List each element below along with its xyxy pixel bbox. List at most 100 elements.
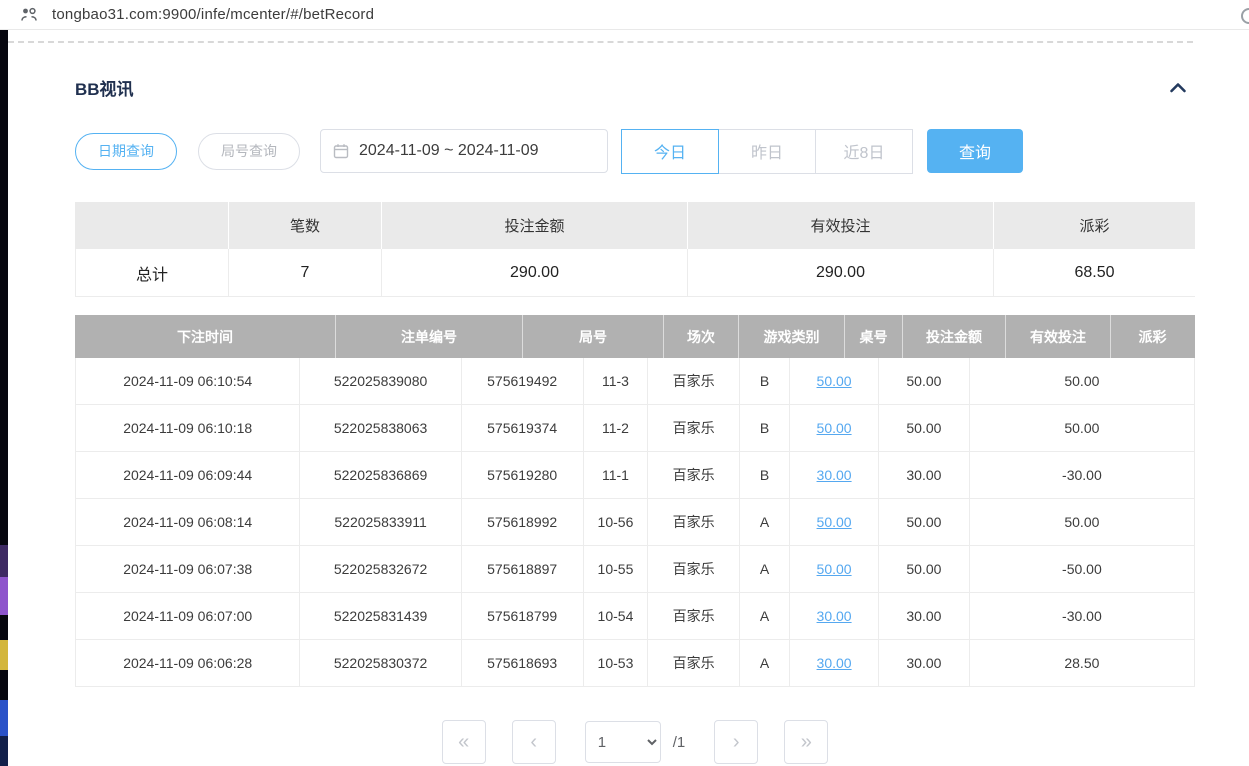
tab-date-query[interactable]: 日期查询: [75, 133, 177, 170]
cell-round-id: 575619280: [462, 452, 584, 499]
bet-amount-link[interactable]: 30.00: [817, 467, 852, 483]
summary-total-row: 总计 7 290.00 290.00 68.50: [75, 249, 1195, 297]
strip-segment: [0, 640, 8, 670]
panel-title: BB视讯: [75, 75, 134, 100]
cell-payout: -50.00: [970, 546, 1194, 593]
cell-table-no: A: [740, 499, 790, 546]
summary-header-count: 笔数: [229, 202, 382, 249]
table-row: 2024-11-09 06:10:18522025838063575619374…: [76, 405, 1194, 452]
cell-bet-amount: 50.00: [790, 546, 879, 593]
header-payout: 派彩: [1111, 315, 1194, 358]
header-bet-amount: 投注金额: [903, 315, 1006, 358]
cell-session: 11-2: [584, 405, 649, 452]
cell-bet-amount: 50.00: [790, 499, 879, 546]
cell-bet-amount: 50.00: [790, 358, 879, 405]
cell-bet-amount: 30.00: [790, 452, 879, 499]
table-row: 2024-11-09 06:08:14522025833911575618992…: [76, 499, 1194, 546]
cell-table-no: A: [740, 640, 790, 687]
browser-address-bar[interactable]: tongbao31.com:9900/infe/mcenter/#/betRec…: [0, 0, 1249, 30]
table-row: 2024-11-09 06:07:00522025831439575618799…: [76, 593, 1194, 640]
bet-amount-link[interactable]: 50.00: [817, 561, 852, 577]
cell-bet-id: 522025833911: [300, 499, 461, 546]
date-range-value: 2024-11-09 ~ 2024-11-09: [359, 142, 539, 160]
cell-time: 2024-11-09 06:10:54: [76, 358, 300, 405]
header-bet-id: 注单编号: [336, 315, 523, 358]
bet-amount-link[interactable]: 50.00: [817, 420, 852, 436]
cell-table-no: B: [740, 405, 790, 452]
dashed-separator: [8, 41, 1193, 43]
cell-table-no: B: [740, 452, 790, 499]
header-round-id: 局号: [523, 315, 664, 358]
cell-round-id: 575619374: [462, 405, 584, 452]
bet-amount-link[interactable]: 30.00: [817, 608, 852, 624]
summary-total-bet-amount: 290.00: [382, 249, 688, 297]
cell-time: 2024-11-09 06:09:44: [76, 452, 300, 499]
header-session: 场次: [664, 315, 739, 358]
next-page-button[interactable]: ›: [714, 720, 758, 764]
total-pages-label: /1: [673, 734, 686, 751]
header-table-no: 桌号: [845, 315, 903, 358]
url-text[interactable]: tongbao31.com:9900/infe/mcenter/#/betRec…: [52, 6, 374, 23]
browser-profile-icon[interactable]: [20, 6, 38, 24]
quick-last8days-button[interactable]: 近8日: [815, 129, 913, 174]
summary-table: 笔数 投注金额 有效投注 派彩 总计 7 290.00 290.00 68.50: [75, 202, 1195, 297]
quick-yesterday-button[interactable]: 昨日: [718, 129, 816, 174]
cell-bet-amount: 30.00: [790, 640, 879, 687]
last-page-button[interactable]: »: [784, 720, 828, 764]
cell-round-id: 575618693: [462, 640, 584, 687]
cell-time: 2024-11-09 06:08:14: [76, 499, 300, 546]
summary-total-count: 7: [229, 249, 382, 297]
bet-amount-link[interactable]: 50.00: [817, 373, 852, 389]
pagination: « ‹ 1 /1 › »: [75, 720, 1195, 764]
quick-date-group: 今日 昨日 近8日: [621, 129, 913, 174]
bet-record-table: 下注时间 注单编号 局号 场次 游戏类别 桌号 投注金额 有效投注 派彩 202…: [75, 315, 1195, 687]
background-page-strip: [0, 30, 8, 766]
cell-bet-amount: 50.00: [790, 405, 879, 452]
cell-game-type: 百家乐: [648, 452, 740, 499]
table-row: 2024-11-09 06:09:44522025836869575619280…: [76, 452, 1194, 499]
cell-round-id: 575618897: [462, 546, 584, 593]
search-button[interactable]: 查询: [927, 129, 1023, 173]
cell-session: 11-3: [584, 358, 649, 405]
bet-amount-link[interactable]: 50.00: [817, 514, 852, 530]
quick-today-button[interactable]: 今日: [621, 129, 719, 174]
cell-game-type: 百家乐: [648, 499, 740, 546]
bet-table-body: 2024-11-09 06:10:54522025839080575619492…: [75, 358, 1195, 687]
cell-time: 2024-11-09 06:07:00: [76, 593, 300, 640]
prev-page-button[interactable]: ‹: [512, 720, 556, 764]
cell-table-no: B: [740, 358, 790, 405]
bet-record-panel: BB视讯 日期查询 局号查询 2024-11-09 ~ 2024-11-09 今…: [75, 60, 1195, 764]
summary-header-row: 笔数 投注金额 有效投注 派彩: [75, 202, 1195, 249]
cell-game-type: 百家乐: [648, 640, 740, 687]
filter-row: 日期查询 局号查询 2024-11-09 ~ 2024-11-09 今日 昨日 …: [75, 128, 1195, 174]
bet-amount-link[interactable]: 30.00: [817, 655, 852, 671]
summary-header-blank: [75, 202, 229, 249]
cell-bet-id: 522025832672: [300, 546, 461, 593]
cell-table-no: A: [740, 593, 790, 640]
date-range-picker[interactable]: 2024-11-09 ~ 2024-11-09: [320, 129, 608, 173]
cell-bet-amount: 30.00: [790, 593, 879, 640]
collapse-chevron-icon[interactable]: [1169, 82, 1187, 93]
summary-total-payout: 68.50: [994, 249, 1195, 297]
cell-bet-id: 522025831439: [300, 593, 461, 640]
page-select[interactable]: 1: [585, 721, 661, 763]
header-game-type: 游戏类别: [739, 315, 845, 358]
first-page-button[interactable]: «: [442, 720, 486, 764]
cell-payout: 50.00: [970, 358, 1194, 405]
cell-game-type: 百家乐: [648, 546, 740, 593]
summary-header-bet-amount: 投注金额: [382, 202, 688, 249]
cell-session: 11-1: [584, 452, 649, 499]
cell-game-type: 百家乐: [648, 358, 740, 405]
panel-header: BB视讯: [75, 72, 1195, 102]
cell-valid-bet: 50.00: [879, 546, 970, 593]
cell-session: 10-55: [584, 546, 649, 593]
tab-round-query[interactable]: 局号查询: [198, 133, 300, 170]
cell-payout: 28.50: [970, 640, 1194, 687]
strip-segment: [0, 700, 8, 736]
cell-payout: 50.00: [970, 405, 1194, 452]
cell-round-id: 575619492: [462, 358, 584, 405]
summary-header-payout: 派彩: [994, 202, 1195, 249]
strip-segment: [0, 545, 8, 577]
header-bet-time: 下注时间: [75, 315, 336, 358]
summary-total-valid-bet: 290.00: [688, 249, 994, 297]
